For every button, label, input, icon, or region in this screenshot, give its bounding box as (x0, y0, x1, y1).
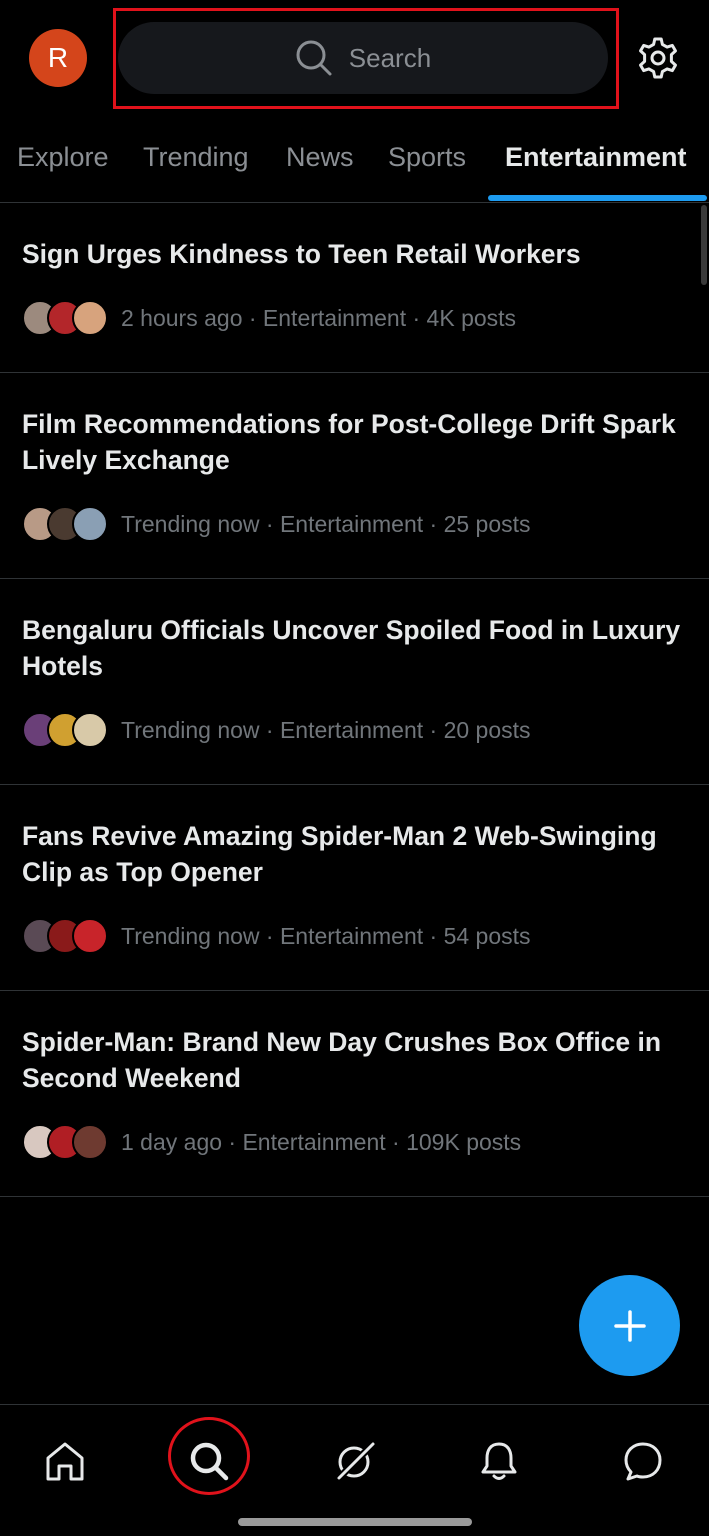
tab-entertainment[interactable]: Entertainment (505, 142, 687, 173)
search-icon[interactable] (187, 1439, 231, 1483)
trend-meta-text: Trending now · Entertainment · 25 posts (121, 510, 531, 537)
trend-title: Film Recommendations for Post-College Dr… (22, 409, 676, 475)
tab-explore[interactable]: Explore (17, 142, 109, 173)
search-placeholder: Search (348, 42, 432, 73)
avatar-letter: R (47, 42, 69, 73)
tab-bar: Explore Trending News Sports Entertainme… (0, 118, 709, 203)
trend-item[interactable]: Film Recommendations for Post-College Dr… (0, 373, 709, 579)
trend-meta: 2 hours ago · Entertainment · 4K posts (22, 300, 516, 336)
home-icon[interactable] (43, 1439, 87, 1483)
avatar (72, 712, 108, 748)
avatar (72, 300, 108, 336)
trend-item[interactable]: Sign Urges Kindness to Teen Retail Worke… (0, 203, 709, 373)
home-indicator[interactable] (238, 1518, 472, 1526)
avatar (72, 918, 108, 954)
tab-trending[interactable]: Trending (143, 142, 249, 173)
trend-item[interactable]: Bengaluru Officials Uncover Spoiled Food… (0, 579, 709, 785)
trend-title: Fans Revive Amazing Spider-Man 2 Web-Swi… (22, 821, 657, 887)
trend-meta-text: Trending now · Entertainment · 20 posts (121, 716, 531, 743)
top-bar: R Search (0, 0, 709, 118)
bottom-nav (0, 1404, 709, 1536)
trend-list: Sign Urges Kindness to Teen Retail Worke… (0, 203, 709, 1197)
compose-button[interactable] (579, 1275, 680, 1376)
grok-icon[interactable] (333, 1439, 377, 1483)
tab-sports[interactable]: Sports (388, 142, 466, 173)
trend-meta: 1 day ago · Entertainment · 109K posts (22, 1124, 521, 1160)
plus-icon (613, 1309, 646, 1342)
trend-meta: Trending now · Entertainment · 25 posts (22, 506, 531, 542)
profile-avatar[interactable]: R (29, 29, 87, 87)
trend-meta-text: 1 day ago · Entertainment · 109K posts (121, 1128, 522, 1155)
bell-icon[interactable] (477, 1439, 521, 1483)
search-icon (296, 40, 332, 76)
trend-meta-text: Trending now · Entertainment · 54 posts (121, 922, 531, 949)
avatar (72, 506, 108, 542)
trend-title: Spider-Man: Brand New Day Crushes Box Of… (22, 1027, 662, 1093)
trend-avatars (22, 1124, 108, 1160)
tab-news[interactable]: News (286, 142, 354, 173)
trend-title: Sign Urges Kindness to Teen Retail Worke… (22, 239, 581, 269)
trend-avatars (22, 506, 108, 542)
trend-avatars (22, 712, 108, 748)
trend-meta-text: 2 hours ago · Entertainment · 4K posts (121, 304, 517, 331)
trend-meta: Trending now · Entertainment · 20 posts (22, 712, 531, 748)
trend-title: Bengaluru Officials Uncover Spoiled Food… (22, 615, 681, 681)
messages-icon[interactable] (621, 1439, 665, 1483)
search-input[interactable]: Search (118, 22, 608, 94)
trend-item[interactable]: Spider-Man: Brand New Day Crushes Box Of… (0, 991, 709, 1197)
active-tab-indicator (488, 195, 707, 201)
avatar (72, 1124, 108, 1160)
trend-avatars (22, 918, 108, 954)
trend-meta: Trending now · Entertainment · 54 posts (22, 918, 531, 954)
trend-item[interactable]: Fans Revive Amazing Spider-Man 2 Web-Swi… (0, 785, 709, 991)
gear-icon[interactable] (636, 36, 680, 80)
trend-avatars (22, 300, 108, 336)
